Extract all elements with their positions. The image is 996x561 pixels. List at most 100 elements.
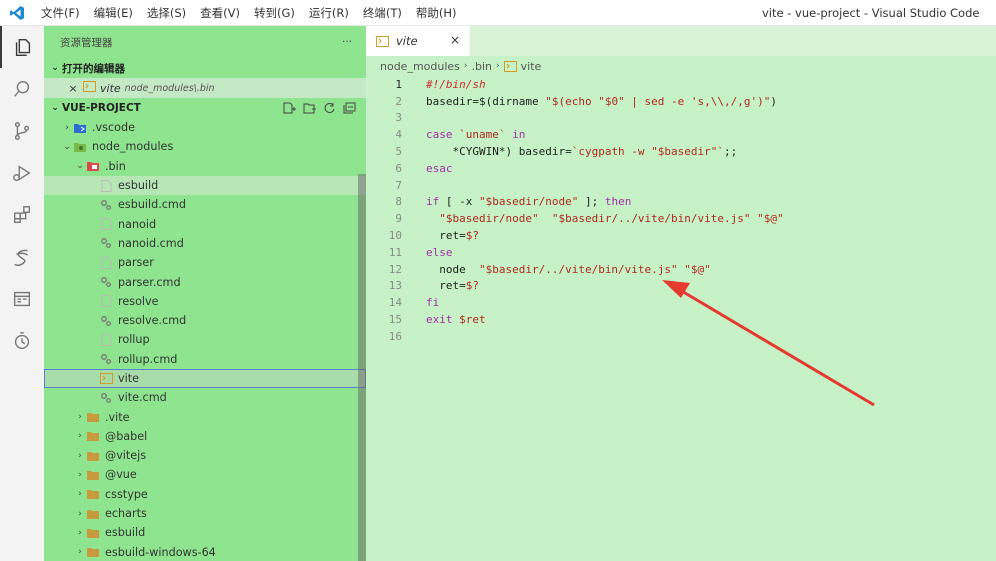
tree-item-label: vite — [118, 372, 139, 385]
code-token: if — [426, 195, 440, 209]
breadcrumb-item[interactable]: vite — [521, 60, 542, 73]
chevron-right-icon[interactable]: › — [74, 431, 86, 441]
breadcrumb: node_modules › .bin › vite — [366, 56, 996, 76]
tree-item-label: @vue — [105, 468, 137, 482]
code-token: ]; — [578, 195, 605, 209]
code-token: "$@" — [757, 212, 784, 226]
tree-file[interactable]: vite.cmd — [44, 388, 366, 407]
chevron-right-icon[interactable]: › — [74, 412, 86, 422]
extensions-icon[interactable] — [0, 194, 44, 236]
chevron-down-icon[interactable]: ⌄ — [74, 161, 86, 171]
chevron-down-icon[interactable]: ⌄ — [61, 142, 73, 152]
open-editor-item[interactable]: × vite node_modules\.bin — [44, 78, 366, 98]
line-number: 2 — [395, 94, 402, 108]
chevron-right-icon[interactable]: › — [74, 547, 86, 557]
chevron-right-icon[interactable]: › — [74, 509, 86, 519]
chevron-right-icon[interactable]: › — [61, 123, 73, 133]
line-number: 13 — [388, 279, 402, 293]
tree-folder[interactable]: › echarts — [44, 504, 366, 523]
code-token: case — [426, 128, 453, 142]
cmd-file-icon — [99, 392, 113, 404]
project-label: VUE-PROJECT — [62, 102, 141, 114]
tree-item-label: parser.cmd — [118, 275, 181, 289]
title-bar: 文件(F) 编辑(E) 选择(S) 查看(V) 转到(G) 运行(R) 终端(T) 帮助(H)… — [0, 0, 996, 26]
code-line: 12 node "$basedir/../vite/bin/vite.js" "… — [366, 261, 996, 278]
code-token: "$basedir/../vite/bin/vite.js" — [551, 212, 751, 226]
tree-file[interactable]: rollup.cmd — [44, 350, 366, 369]
run-debug-icon[interactable] — [0, 152, 44, 194]
folder-icon — [86, 508, 100, 520]
open-editors-label: 打开的编辑器 — [62, 62, 125, 75]
tree-item-label: .vite — [105, 410, 130, 424]
menu-item[interactable]: 终端(T) — [356, 0, 409, 26]
tree-file[interactable]: nanoid — [44, 214, 366, 233]
tab-vite[interactable]: vite × — [366, 26, 470, 56]
tree-file[interactable]: resolve — [44, 292, 366, 311]
tree-folder[interactable]: ⌄ .bin — [44, 157, 366, 176]
tree-folder[interactable]: › @vue — [44, 465, 366, 484]
activity-bar — [0, 26, 44, 561]
source-control-icon[interactable] — [0, 110, 44, 152]
tree-folder[interactable]: › @vitejs — [44, 446, 366, 465]
tree-file[interactable]: resolve.cmd — [44, 311, 366, 330]
tree-folder[interactable]: ⌄ node_modules — [44, 137, 366, 156]
cmd-file-icon — [99, 353, 113, 365]
explorer-icon[interactable] — [0, 26, 44, 68]
tree-file[interactable]: esbuild.cmd — [44, 195, 366, 214]
panel-icon[interactable] — [0, 278, 44, 320]
menu-item[interactable]: 选择(S) — [140, 0, 193, 26]
chevron-right-icon[interactable]: › — [74, 528, 86, 538]
tree-folder[interactable]: › esbuild — [44, 523, 366, 542]
timeline-icon[interactable] — [0, 320, 44, 362]
code-token: else — [426, 245, 453, 259]
code-line: 16 — [366, 328, 996, 345]
menu-item[interactable]: 编辑(E) — [87, 0, 140, 26]
search-icon[interactable] — [0, 68, 44, 110]
sidebar-scrollbar[interactable] — [358, 174, 366, 561]
tree-file[interactable]: vite — [44, 368, 366, 389]
tree-folder[interactable]: › .vite — [44, 407, 366, 426]
folder-icon — [86, 546, 100, 558]
open-editors-header[interactable]: ⌄ 打开的编辑器 — [44, 58, 366, 78]
code-line: 11 else — [366, 244, 996, 261]
shell-file-icon — [376, 35, 390, 47]
tree-item-label: echarts — [105, 507, 147, 521]
menu-item[interactable]: 帮助(H) — [409, 0, 464, 26]
more-actions-button[interactable]: ··· — [342, 36, 352, 48]
custom-s-icon[interactable] — [0, 236, 44, 278]
tree-file[interactable]: parser — [44, 253, 366, 272]
refresh-icon[interactable] — [323, 102, 336, 114]
tree-folder[interactable]: › esbuild-windows-64 — [44, 543, 366, 561]
close-icon[interactable]: × — [66, 82, 80, 95]
vscode-folder-icon — [73, 122, 87, 134]
breadcrumb-item[interactable]: node_modules — [380, 60, 460, 73]
chevron-right-icon[interactable]: › — [74, 489, 86, 499]
folder-icon — [86, 450, 100, 462]
tree-file[interactable]: esbuild — [44, 175, 366, 196]
collapse-all-icon[interactable] — [343, 102, 356, 114]
tree-file[interactable]: parser.cmd — [44, 272, 366, 291]
breadcrumb-item[interactable]: .bin — [472, 60, 493, 73]
chevron-down-icon: ⌄ — [51, 103, 59, 113]
chevron-right-icon[interactable]: › — [74, 470, 86, 480]
menu-item[interactable]: 文件(F) — [34, 0, 87, 26]
menu-item[interactable]: 查看(V) — [193, 0, 247, 26]
menu-item[interactable]: 运行(R) — [302, 0, 356, 26]
project-header[interactable]: ⌄ VUE-PROJECT — [44, 98, 366, 118]
tree-file[interactable]: rollup — [44, 330, 366, 349]
code-token: [ -x — [439, 195, 479, 209]
new-folder-icon[interactable] — [303, 102, 316, 114]
tab-close-button[interactable]: × — [450, 33, 460, 47]
code-line: 3 — [366, 110, 996, 127]
chevron-right-icon[interactable]: › — [74, 451, 86, 461]
tree-file[interactable]: nanoid.cmd — [44, 234, 366, 253]
code-editor[interactable]: 1 #!/bin/sh 2 basedir=$(dirname "$(echo "$0… — [366, 76, 996, 345]
new-file-icon[interactable] — [283, 102, 296, 114]
line-number: 6 — [395, 161, 402, 175]
tree-folder[interactable]: › csstype — [44, 485, 366, 504]
tree-folder[interactable]: › @babel — [44, 427, 366, 446]
tree-folder[interactable]: › .vscode — [44, 118, 366, 137]
menu-item[interactable]: 转到(G) — [247, 0, 302, 26]
